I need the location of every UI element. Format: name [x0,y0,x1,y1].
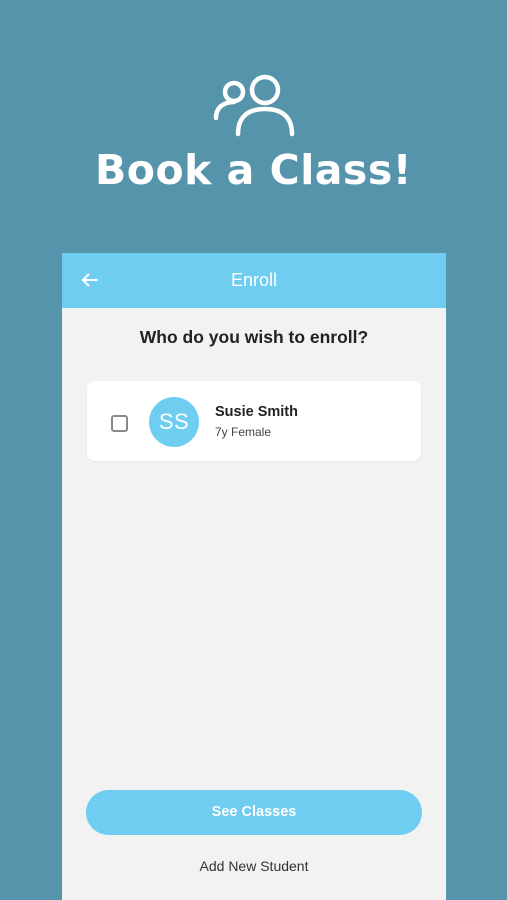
app-bar-title: Enroll [230,270,278,290]
app-bar: Enroll [62,253,446,308]
see-classes-button[interactable]: See Classes [86,790,422,835]
users-icon [213,74,295,137]
hero-title: Book a Class! [95,146,412,194]
student-checkbox[interactable] [111,415,128,432]
app-screen: Enroll Who do you wish to enroll? SS Sus… [62,253,446,900]
hero-section: Book a Class! [0,0,507,252]
avatar: SS [149,397,199,447]
arrow-left-icon[interactable] [76,266,104,294]
add-new-student-link[interactable]: Add New Student [62,856,446,876]
student-meta: 7y Female [215,425,272,439]
student-card[interactable]: SS Susie Smith 7y Female [87,381,421,461]
student-name: Susie Smith [215,404,298,420]
enroll-prompt: Who do you wish to enroll? [139,327,369,347]
